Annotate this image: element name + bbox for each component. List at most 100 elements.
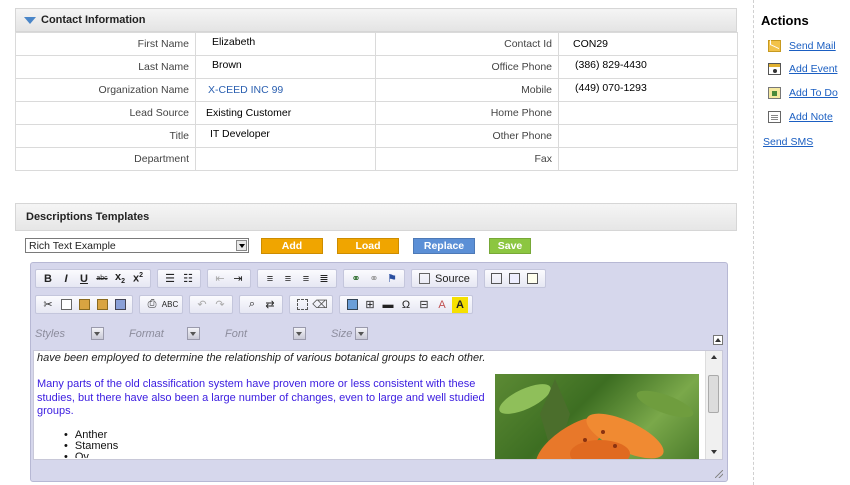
paste-word-icon[interactable] xyxy=(112,297,128,313)
field-label-first-name: First Name xyxy=(15,32,196,56)
select-group: ⌫ xyxy=(289,295,333,314)
subscript-icon[interactable]: x2 xyxy=(112,271,128,287)
align-justify-icon[interactable]: ≣ xyxy=(316,271,332,287)
replace-icon[interactable]: ⇄ xyxy=(262,297,278,313)
spellcheck-icon[interactable]: ABC xyxy=(162,297,178,313)
paste-icon[interactable] xyxy=(76,297,92,313)
field-label-mobile: Mobile xyxy=(375,78,559,102)
underline-icon[interactable]: U xyxy=(76,271,92,287)
add-event-action[interactable]: Add Event xyxy=(768,63,837,75)
chevron-down-icon[interactable] xyxy=(355,327,369,340)
paste-text-icon[interactable] xyxy=(94,297,110,313)
undo-icon[interactable]: ↶ xyxy=(194,297,210,313)
chevron-down-icon[interactable] xyxy=(293,327,306,340)
font-combo-label: Font xyxy=(225,327,248,340)
special-char-icon[interactable]: Ω xyxy=(398,297,414,313)
send-sms-action[interactable]: Send SMS xyxy=(763,136,813,148)
horizontal-rule-icon[interactable]: ▬ xyxy=(380,297,396,313)
field-label-title: Title xyxy=(15,124,196,148)
collapse-triangle-icon[interactable] xyxy=(24,16,36,24)
link-icon[interactable]: ⚭ xyxy=(348,271,364,287)
field-value-contact-id: CON29 xyxy=(558,32,738,56)
add-note-link[interactable]: Add Note xyxy=(789,111,833,123)
field-label-organization-name: Organization Name xyxy=(15,78,196,102)
table-icon[interactable]: ⊞ xyxy=(362,297,378,313)
format-combo[interactable]: Format xyxy=(129,325,215,342)
add-todo-action[interactable]: Add To Do xyxy=(768,87,838,99)
contact-info-header[interactable]: Contact Information xyxy=(15,8,737,32)
resize-grip-icon[interactable] xyxy=(715,470,723,478)
align-right-icon[interactable]: ≡ xyxy=(298,271,314,287)
field-value-home-phone xyxy=(558,101,738,125)
table-row: First Name Elizabeth Contact Id CON29 xyxy=(15,32,738,56)
eraser-icon[interactable]: ⌫ xyxy=(312,297,328,313)
anchor-flag-icon[interactable]: ⚑ xyxy=(384,271,400,287)
cut-icon[interactable]: ✂ xyxy=(40,297,56,313)
add-event-link[interactable]: Add Event xyxy=(789,63,837,75)
editor-scrollbar[interactable] xyxy=(705,351,722,459)
print-icon[interactable]: ⎙ xyxy=(144,297,160,313)
table-row: Organization Name X-CEED INC 99 Mobile (… xyxy=(15,78,738,102)
styles-combo[interactable]: Styles xyxy=(35,325,119,342)
bulleted-list-icon[interactable]: ☷ xyxy=(180,271,196,287)
redo-icon[interactable]: ↷ xyxy=(212,297,228,313)
field-value-last-name: Brown xyxy=(195,55,376,79)
field-value-department xyxy=(195,147,376,171)
align-left-icon[interactable]: ≡ xyxy=(262,271,278,287)
undo-group: ↶ ↷ xyxy=(189,295,233,314)
unlink-icon[interactable]: ⚭ xyxy=(366,271,382,287)
flower-image xyxy=(495,374,699,459)
select-all-icon[interactable] xyxy=(294,297,310,313)
clipboard-group: ✂ xyxy=(35,295,133,314)
outdent-icon[interactable]: ⇤ xyxy=(212,271,228,287)
bold-icon[interactable]: B xyxy=(40,271,56,287)
align-group: ≡ ≡ ≡ ≣ xyxy=(257,269,337,288)
preview-icon[interactable] xyxy=(507,271,523,287)
font-combo[interactable]: Font xyxy=(225,325,321,342)
field-label-lead-source: Lead Source xyxy=(15,101,196,125)
find-icon[interactable]: ⌕ xyxy=(244,297,260,313)
send-mail-link[interactable]: Send Mail xyxy=(789,40,836,52)
scroll-down-icon[interactable] xyxy=(706,445,722,459)
templates-icon[interactable] xyxy=(525,271,541,287)
superscript-icon[interactable]: x2 xyxy=(130,271,146,287)
new-page-icon[interactable] xyxy=(489,271,505,287)
scrollbar-thumb[interactable] xyxy=(708,375,719,413)
scroll-up-icon[interactable] xyxy=(706,351,722,365)
background-color-icon[interactable]: A xyxy=(452,296,468,313)
replace-button[interactable]: Replace xyxy=(413,238,475,254)
add-note-action[interactable]: Add Note xyxy=(768,111,833,123)
align-center-icon[interactable]: ≡ xyxy=(280,271,296,287)
toolbar-row-1: B I U abc x2 x2 ☰ ☷ ⇤ ⇥ ≡ ≡ ≡ ≣ ⚭ ⚭ ⚑ So… xyxy=(35,268,552,289)
field-value-mobile: (449) 070-1293 xyxy=(558,78,738,102)
send-sms-link[interactable]: Send SMS xyxy=(763,136,813,148)
add-todo-link[interactable]: Add To Do xyxy=(789,87,838,99)
save-button[interactable]: Save xyxy=(489,238,531,254)
chevron-down-icon[interactable] xyxy=(91,327,104,340)
page-break-icon[interactable]: ⊟ xyxy=(416,297,432,313)
content-paragraph: Many parts of the old classification sys… xyxy=(37,378,485,417)
load-button[interactable]: Load xyxy=(337,238,399,254)
image-icon[interactable] xyxy=(344,297,360,313)
template-select[interactable]: Rich Text Example xyxy=(25,238,249,253)
italic-icon[interactable]: I xyxy=(58,271,74,287)
insert-group: ⊞ ▬ Ω ⊟ A A xyxy=(339,295,473,314)
todo-icon xyxy=(768,87,781,99)
source-button[interactable]: Source xyxy=(415,273,474,285)
maximize-icon[interactable] xyxy=(713,335,723,345)
field-label-home-phone: Home Phone xyxy=(375,101,559,125)
send-mail-action[interactable]: Send Mail xyxy=(768,40,836,52)
text-color-icon[interactable]: A xyxy=(434,297,450,313)
editor-content-area[interactable]: have been employed to determine the rela… xyxy=(33,350,723,460)
chevron-down-icon[interactable] xyxy=(187,327,200,340)
organization-link[interactable]: X-CEED INC 99 xyxy=(195,78,376,102)
size-combo[interactable]: Size xyxy=(331,325,369,342)
strikethrough-icon[interactable]: abc xyxy=(94,271,110,287)
copy-icon[interactable] xyxy=(58,297,74,313)
add-button[interactable]: Add xyxy=(261,238,323,254)
source-group: Source xyxy=(411,269,478,288)
field-label-fax: Fax xyxy=(375,147,559,171)
numbered-list-icon[interactable]: ☰ xyxy=(162,271,178,287)
chevron-down-icon[interactable] xyxy=(236,240,247,251)
indent-icon[interactable]: ⇥ xyxy=(230,271,246,287)
